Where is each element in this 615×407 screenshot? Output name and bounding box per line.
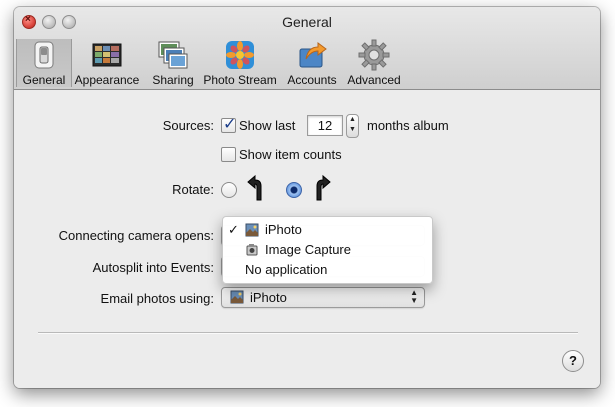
menu-item-label: Image Capture: [265, 242, 351, 257]
autosplit-label: Autosplit into Events:: [92, 260, 214, 275]
menu-item-iphoto[interactable]: ✓ iPhoto: [223, 220, 432, 240]
tab-advanced-label: Advanced: [347, 73, 401, 87]
sources-label: Sources:: [162, 118, 214, 133]
email-photos-popup[interactable]: iPhoto ▲ ▼: [221, 287, 425, 308]
menu-item-image-capture[interactable]: Image Capture: [223, 240, 432, 260]
general-pane: Sources: Show last 12 ▲▼ months album Sh…: [14, 90, 600, 388]
iphoto-icon: [230, 290, 244, 304]
menu-item-label: iPhoto: [265, 222, 302, 237]
menu-item-no-application[interactable]: No application: [223, 260, 432, 280]
tab-appearance-label: Appearance: [74, 73, 140, 87]
show-item-counts-checkbox[interactable]: [221, 147, 236, 162]
titlebar: × General General Appearance Sharing Pho…: [14, 7, 600, 90]
months-suffix-label: months album: [367, 118, 449, 133]
accounts-arrow-icon: [296, 39, 328, 71]
tab-accounts-label: Accounts: [287, 73, 337, 87]
iphoto-icon: [245, 223, 259, 237]
popup-arrows-icon: ▲ ▼: [410, 288, 418, 305]
checkmark-icon: ✓: [228, 222, 239, 237]
email-photos-label: Email photos using:: [100, 291, 214, 306]
appearance-icon: [91, 39, 123, 71]
sharing-photos-icon: [157, 39, 189, 71]
tab-advanced[interactable]: Advanced: [344, 39, 404, 87]
connecting-camera-label: Connecting camera opens:: [58, 228, 214, 243]
show-last-checkbox[interactable]: [221, 114, 236, 134]
rotate-clockwise-icon: [312, 174, 332, 202]
months-stepper[interactable]: ▲ ▼: [346, 114, 359, 138]
preferences-window: × General General Appearance Sharing Pho…: [14, 7, 600, 388]
help-button[interactable]: ?: [562, 350, 584, 372]
tab-general-label: General: [22, 73, 66, 87]
advanced-gear-icon: [358, 39, 390, 71]
rotate-counterclockwise-icon: [246, 174, 266, 202]
tab-photo-stream[interactable]: Photo Stream: [202, 39, 278, 87]
photo-stream-icon: [224, 39, 256, 71]
show-item-counts-label: Show item counts: [239, 147, 342, 162]
rotate-counterclockwise-radio[interactable]: [221, 182, 237, 198]
window-title: General: [282, 14, 332, 30]
show-last-label: Show last: [239, 118, 296, 133]
rotate-clockwise-radio[interactable]: [286, 182, 302, 198]
tab-sharing[interactable]: Sharing: [148, 39, 198, 87]
tab-photo-stream-label: Photo Stream: [203, 73, 277, 87]
divider: [38, 332, 578, 334]
tab-sharing-label: Sharing: [152, 73, 194, 87]
tab-appearance[interactable]: Appearance: [72, 39, 142, 87]
tab-general[interactable]: General: [16, 39, 72, 87]
rotate-label: Rotate:: [172, 182, 214, 197]
general-switch-icon: [28, 39, 60, 71]
tab-accounts[interactable]: Accounts: [284, 39, 340, 87]
connecting-camera-menu: ✓ iPhoto Image Capture No application: [222, 216, 433, 284]
menu-item-label: No application: [245, 262, 328, 277]
months-count-field[interactable]: 12: [307, 115, 343, 136]
email-photos-value: iPhoto: [250, 290, 287, 305]
image-capture-icon: [245, 243, 259, 257]
